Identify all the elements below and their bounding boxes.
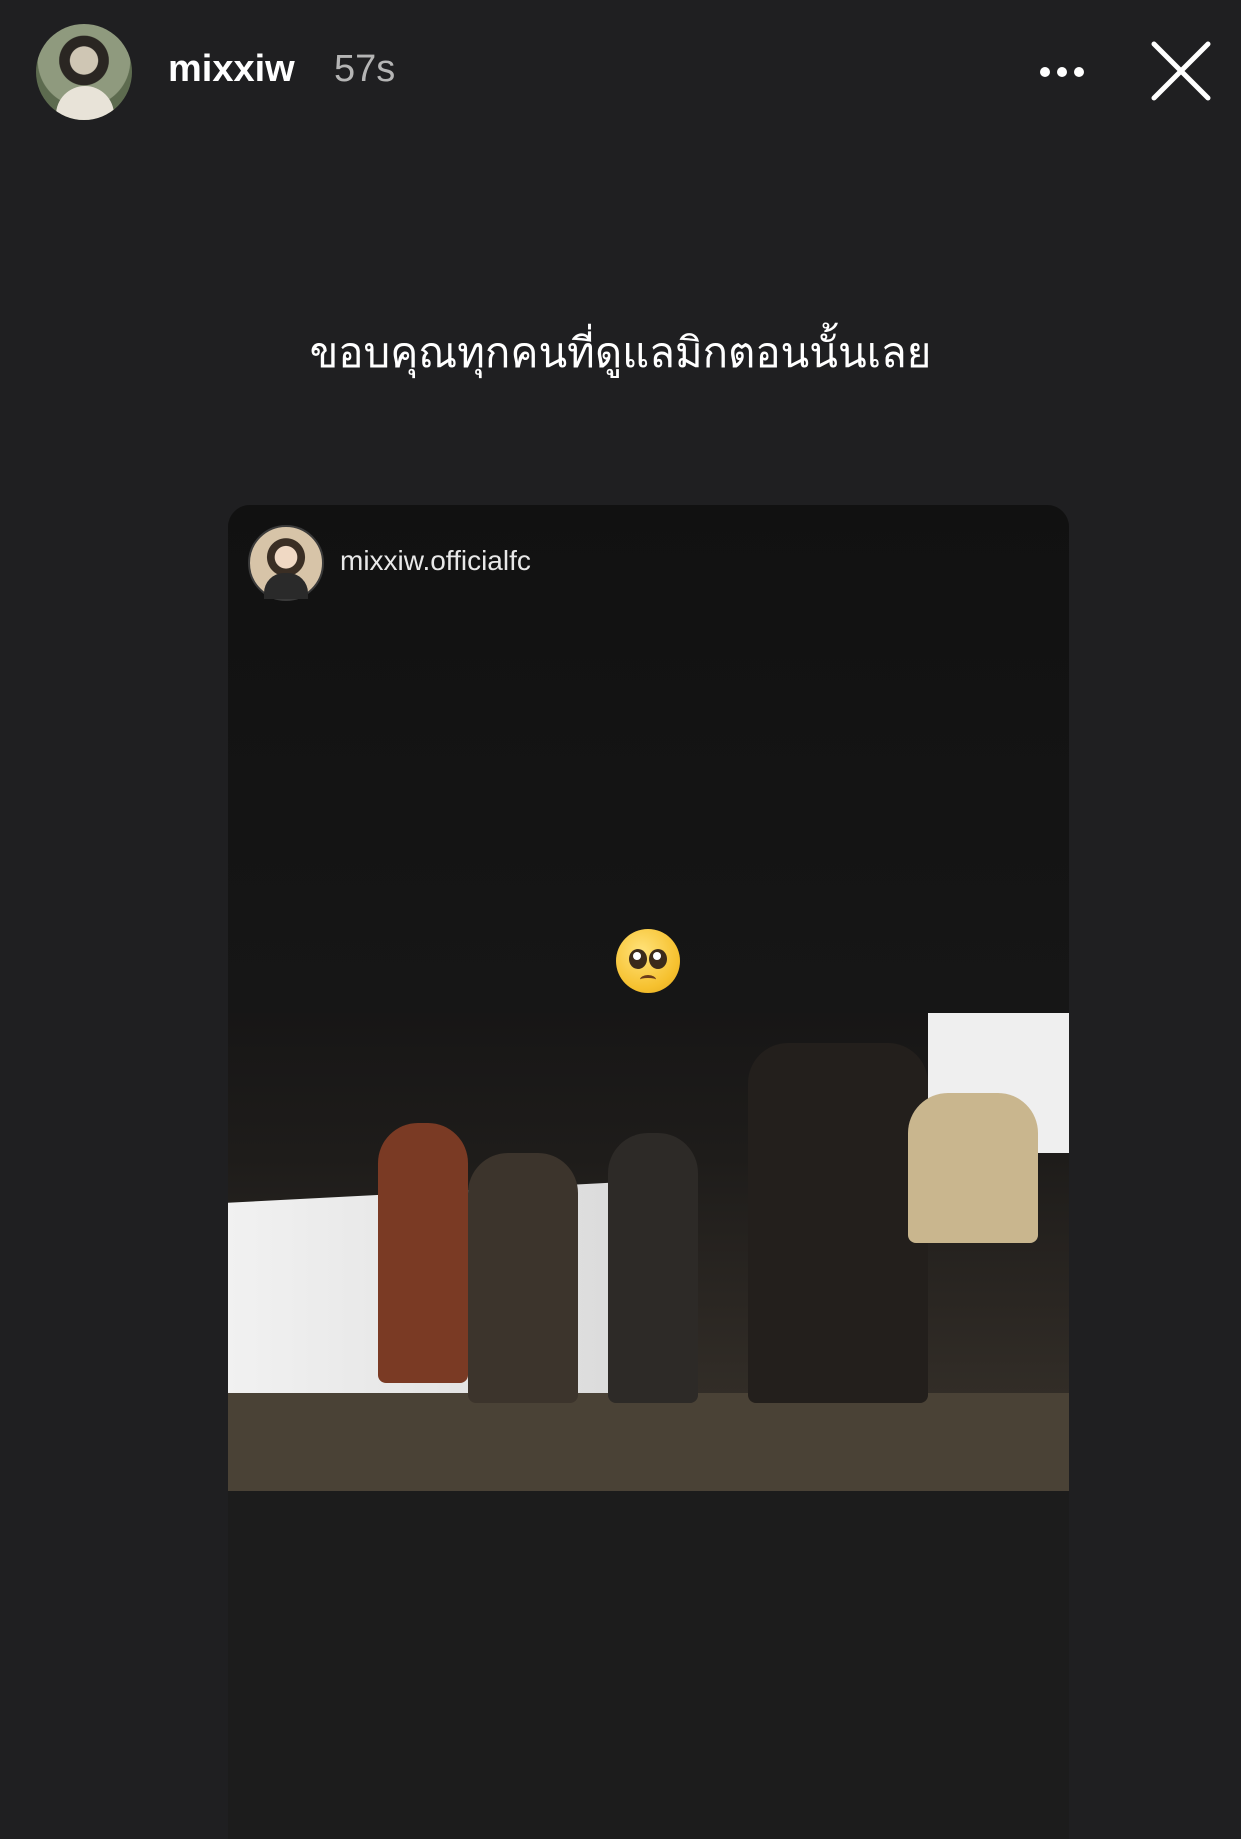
pleading-face-icon (616, 929, 680, 993)
avatar-figure (264, 573, 308, 599)
shared-post-header-area: mixxiw.officialfc (228, 505, 1069, 1015)
shared-post-footer-area (228, 1491, 1069, 1839)
dot-icon (1057, 67, 1067, 77)
photo-person (468, 1153, 578, 1403)
shared-post-card[interactable]: mixxiw.officialfc (228, 505, 1069, 1839)
photo-person (608, 1133, 698, 1403)
story-timestamp: 57s (334, 48, 396, 90)
photo-person (378, 1123, 468, 1383)
shared-post-avatar[interactable] (248, 525, 324, 601)
photo-ground (228, 1393, 1069, 1491)
photo-person (908, 1093, 1038, 1243)
dot-icon (1040, 67, 1050, 77)
more-options-button[interactable] (1034, 50, 1090, 94)
story-username[interactable]: mixxiw (168, 48, 295, 91)
close-icon (1151, 41, 1211, 101)
emoji-eye (649, 949, 667, 969)
close-button[interactable] (1150, 40, 1212, 102)
dot-icon (1074, 67, 1084, 77)
emoji-mouth (640, 975, 656, 984)
shared-post-photo[interactable] (228, 1013, 1069, 1491)
avatar-figure (56, 86, 114, 120)
story-header: mixxiw 57s (0, 0, 1241, 150)
photo-person (748, 1043, 928, 1403)
shared-post-username[interactable]: mixxiw.officialfc (340, 545, 531, 577)
emoji-eye (629, 949, 647, 969)
story-caption: ขอบคุณทุกคนที่ดูแลมิกตอนนั้นเลย (309, 328, 932, 377)
user-avatar[interactable] (36, 24, 132, 120)
